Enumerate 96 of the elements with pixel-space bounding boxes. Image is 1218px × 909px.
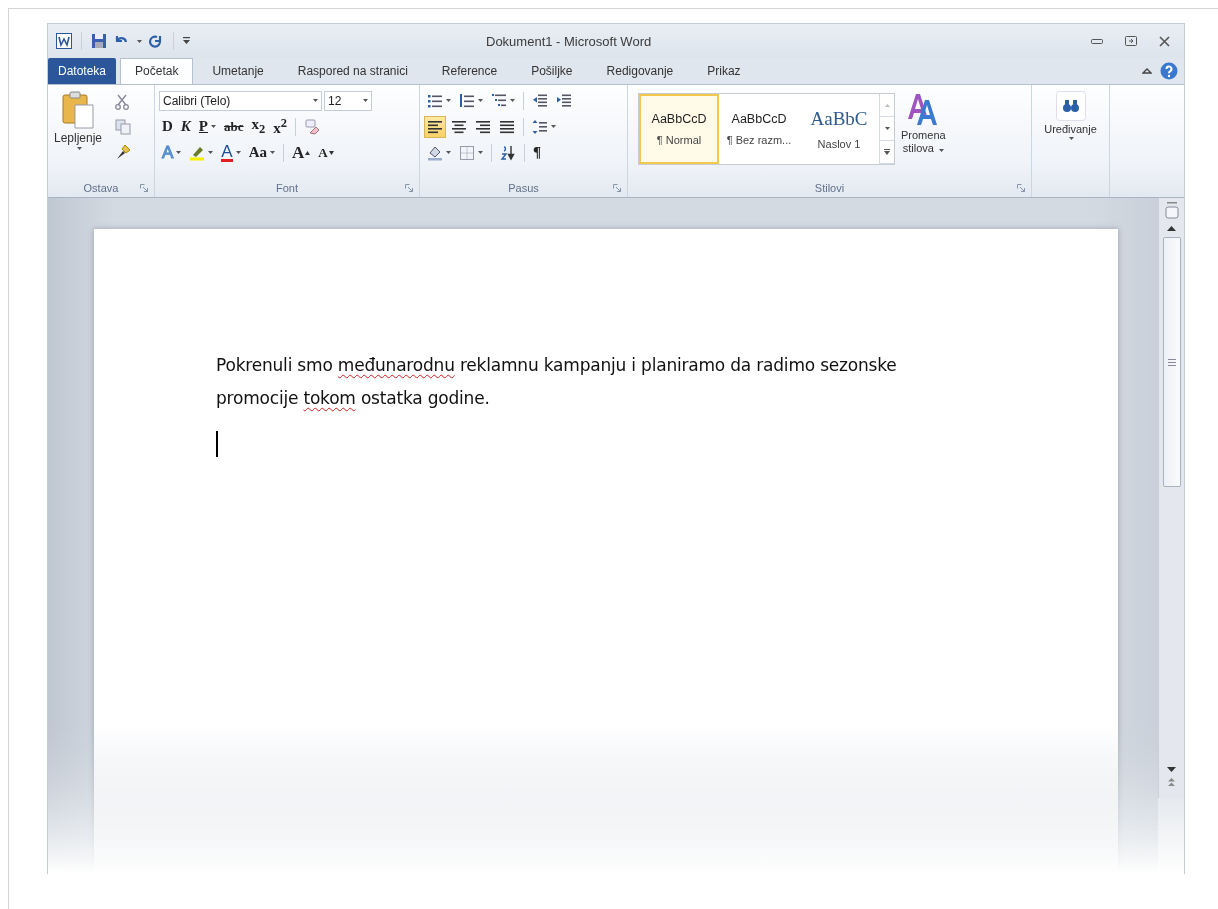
ribbon-tab[interactable]: Redigovanje [591, 58, 689, 84]
underline-button[interactable]: P [195, 115, 220, 138]
align-right-icon [475, 118, 491, 135]
scroll-down-icon[interactable] [1167, 767, 1176, 772]
scroll-down-icon[interactable] [884, 127, 890, 130]
decrease-indent-icon [532, 92, 548, 109]
caret-icon [938, 149, 944, 152]
paint-bucket-icon [427, 144, 443, 161]
font-size-field[interactable]: 12 [324, 90, 372, 111]
minimize-icon[interactable] [1091, 37, 1103, 45]
caret-icon [446, 151, 451, 154]
font-color-button[interactable]: A [218, 141, 244, 164]
more-icon[interactable] [884, 148, 890, 155]
help-icon[interactable] [1160, 62, 1178, 80]
caret-icon [1069, 137, 1074, 140]
document-paragraph: Pokrenuli smo međunarodnu reklamnu kampanju i planiramo da radimo sezonske promocije tokom ostatka godine. [216, 354, 898, 410]
paste-button[interactable]: Lepljenje [52, 89, 105, 179]
ribbon-tab[interactable]: Umetanje [197, 58, 279, 84]
align-left-button[interactable] [424, 115, 446, 138]
ribbon-tab[interactable]: Prikaz [692, 58, 756, 84]
window-title: Dokument1 - Microsoft Word [486, 33, 653, 49]
change-case-button[interactable]: Aa [245, 141, 279, 164]
show-marks-button[interactable]: ¶ [530, 141, 545, 164]
caret-icon [270, 151, 276, 154]
collapse-ribbon-icon[interactable] [1142, 67, 1152, 75]
caret-icon [551, 125, 556, 128]
bullet-list-icon [427, 92, 443, 109]
bold-button[interactable]: D [159, 115, 176, 138]
font-name-field[interactable]: Calibri (Telo) [159, 90, 322, 111]
ribbon-tab[interactable]: Raspored na stranici [282, 58, 423, 84]
customize-icon[interactable] [183, 37, 190, 45]
group-label: Ostava [83, 182, 119, 194]
line-spacing-icon [532, 118, 548, 135]
multilevel-list-icon [491, 92, 507, 109]
caret-icon [510, 99, 515, 102]
italic-button[interactable]: K [177, 115, 194, 138]
change-styles-button[interactable]: Promena stilova [899, 89, 948, 179]
caret-icon [235, 151, 241, 154]
script-button[interactable]: x$_{2}$ [248, 115, 269, 138]
dialog-launcher-icon[interactable] [405, 184, 413, 192]
caret-icon [208, 151, 214, 154]
close-icon[interactable] [1159, 35, 1170, 47]
group-label: Pasus [508, 182, 539, 194]
text-cursor [216, 431, 218, 457]
redo-icon[interactable] [148, 33, 164, 49]
ribbon-tab[interactable]: Početak [120, 58, 194, 84]
caret-icon [313, 99, 318, 102]
dialog-launcher-icon[interactable] [613, 184, 621, 192]
style-tile[interactable]: AaBbCcD ¶ Bez razm... [719, 94, 799, 164]
ribbon-tab[interactable]: Reference [426, 58, 513, 84]
borders-icon [459, 144, 475, 161]
dialog-launcher-icon[interactable] [140, 184, 148, 192]
size-arrow-icon [305, 150, 311, 155]
vertical-scrollbar[interactable] [1158, 198, 1184, 798]
shrink-font-button[interactable]: A [315, 141, 337, 164]
increase-indent-icon [556, 92, 572, 109]
word-logo-icon[interactable] [56, 33, 72, 49]
style-tile[interactable]: AaBbC Naslov 1 [799, 94, 879, 164]
caret-icon [446, 99, 451, 102]
style-tile[interactable]: AaBbCcD ¶ Normal [639, 94, 719, 164]
group-label: Font [276, 182, 298, 194]
dialog-launcher-icon[interactable] [1017, 184, 1025, 192]
size-arrow-icon [328, 150, 334, 155]
caret-icon [211, 125, 217, 128]
caret-icon [176, 151, 182, 154]
numbered-list-icon [459, 92, 475, 109]
editing-button[interactable]: Uređivanje [1036, 89, 1105, 179]
ruler-toggle-icon[interactable] [1164, 202, 1179, 220]
group-label: Stilovi [814, 182, 845, 194]
grip-icon [1167, 358, 1176, 366]
brush-icon [115, 144, 132, 160]
ribbon-tab[interactable]: Datoteka [48, 58, 117, 84]
scroll-up-icon[interactable] [1167, 226, 1176, 231]
binoculars-icon [1055, 91, 1086, 121]
sort-icon [500, 144, 516, 161]
eraser-icon [304, 118, 321, 135]
ribbon-tab[interactable]: Pošiljke [516, 58, 588, 84]
scissors-icon [115, 94, 130, 110]
strikethrough-button[interactable]: abc [221, 115, 247, 138]
align-center-icon [451, 118, 467, 135]
caret-icon [478, 151, 483, 154]
script-button[interactable]: x$^{2}$ [270, 115, 291, 138]
justify-icon [499, 118, 515, 135]
caret-icon [76, 147, 82, 150]
copy-icon [115, 119, 132, 135]
align-left-icon [427, 118, 443, 135]
save-icon[interactable] [91, 33, 107, 49]
caret-icon [137, 39, 142, 43]
previous-page-icon[interactable] [1168, 778, 1175, 786]
caret-icon [363, 99, 368, 102]
highlighter-icon [189, 144, 206, 161]
scroll-thumb[interactable] [1162, 237, 1181, 487]
caret-icon [478, 99, 483, 102]
clipboard-icon [61, 91, 95, 129]
grow-font-button[interactable]: A [289, 141, 314, 164]
restore-icon[interactable] [1125, 36, 1137, 46]
